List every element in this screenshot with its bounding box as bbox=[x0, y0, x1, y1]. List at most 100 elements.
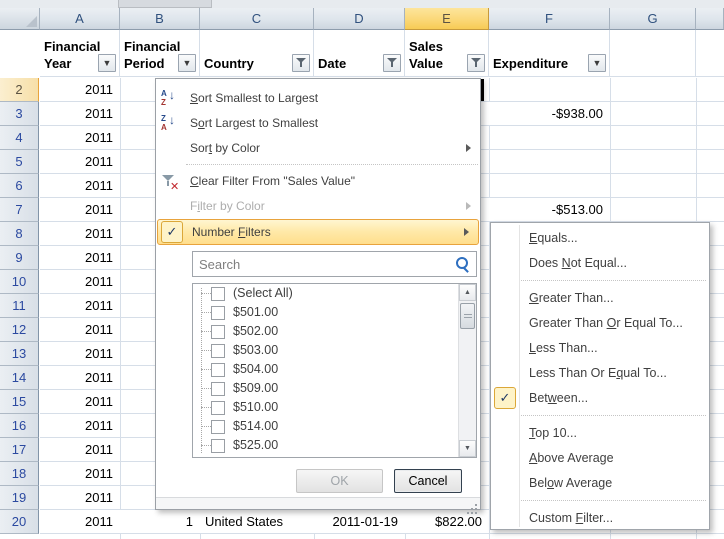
row-header-15[interactable]: 15 bbox=[0, 390, 39, 414]
row-header-12[interactable]: 12 bbox=[0, 318, 39, 342]
header-cell-g[interactable] bbox=[610, 30, 696, 77]
cell-A6[interactable]: 2011 bbox=[40, 174, 119, 197]
filter-value-item[interactable]: (Select All) bbox=[193, 284, 476, 303]
filter-value-item[interactable]: $502.00 bbox=[193, 322, 476, 341]
filter-button-country[interactable] bbox=[292, 54, 310, 72]
cell-B20[interactable]: 1 bbox=[120, 510, 199, 533]
column-header-G[interactable]: G bbox=[610, 8, 696, 30]
row-header-7[interactable]: 7 bbox=[0, 198, 39, 222]
filter-button-financial-period[interactable]: ▼ bbox=[178, 54, 196, 72]
column-header-A[interactable]: A bbox=[40, 8, 120, 30]
filter-value-item[interactable]: $504.00 bbox=[193, 360, 476, 379]
search-icon[interactable] bbox=[456, 257, 468, 269]
submenu-item-less-than-or-equal[interactable]: Less Than Or Equal To... bbox=[491, 361, 709, 386]
row-header-14[interactable]: 14 bbox=[0, 366, 39, 390]
row-header-6[interactable]: 6 bbox=[0, 174, 39, 198]
resize-grip[interactable] bbox=[475, 504, 477, 506]
cell-A3[interactable]: 2011 bbox=[40, 102, 119, 125]
cell-A8[interactable]: 2011 bbox=[40, 222, 119, 245]
select-all-corner[interactable] bbox=[0, 8, 40, 30]
value-checkbox[interactable] bbox=[211, 401, 225, 415]
cell-A18[interactable]: 2011 bbox=[40, 462, 119, 485]
submenu-item-between[interactable]: ✓ Between... bbox=[491, 386, 709, 411]
menu-item-sort-smallest-to-largest[interactable]: AZ↓ Sort Smallest to Largest bbox=[156, 86, 480, 111]
row-header-16[interactable]: 16 bbox=[0, 414, 39, 438]
scrollbar[interactable]: ▲ ▼ bbox=[458, 284, 476, 457]
value-checkbox[interactable] bbox=[211, 363, 225, 377]
filter-value-item-partial[interactable] bbox=[193, 455, 476, 458]
filter-value-item[interactable]: $509.00 bbox=[193, 379, 476, 398]
scroll-down-button[interactable]: ▼ bbox=[459, 440, 476, 457]
menu-item-sort-by-color[interactable]: Sort by Color bbox=[156, 136, 480, 161]
column-header-F[interactable]: F bbox=[489, 8, 610, 30]
filter-value-item[interactable]: $501.00 bbox=[193, 303, 476, 322]
cell-A15[interactable]: 2011 bbox=[40, 390, 119, 413]
cell-A2[interactable]: 2011 bbox=[40, 78, 119, 101]
filter-button-sales-value[interactable] bbox=[467, 54, 485, 72]
submenu-item-less-than[interactable]: Less Than... bbox=[491, 336, 709, 361]
menu-item-number-filters[interactable]: ✓ Number Filters bbox=[157, 219, 479, 245]
submenu-item-below-average[interactable]: Below Average bbox=[491, 471, 709, 496]
cell-A11[interactable]: 2011 bbox=[40, 294, 119, 317]
row-header-18[interactable]: 18 bbox=[0, 462, 39, 486]
header-cell-financial-period[interactable]: Financial Period ▼ bbox=[120, 30, 200, 77]
cell-A13[interactable]: 2011 bbox=[40, 342, 119, 365]
filter-value-item[interactable]: $525.00 bbox=[193, 436, 476, 455]
value-checkbox[interactable] bbox=[211, 306, 225, 320]
cell-A16[interactable]: 2011 bbox=[40, 414, 119, 437]
header-cell-expenditure[interactable]: Expenditure ▼ bbox=[489, 30, 610, 77]
filter-button-financial-year[interactable]: ▼ bbox=[98, 54, 116, 72]
cell-A10[interactable]: 2011 bbox=[40, 270, 119, 293]
filter-button-expenditure[interactable]: ▼ bbox=[588, 54, 606, 72]
cell-A9[interactable]: 2011 bbox=[40, 246, 119, 269]
row-header-2[interactable]: 2 bbox=[0, 78, 39, 102]
submenu-item-above-average[interactable]: Above Average bbox=[491, 446, 709, 471]
row-header-13[interactable]: 13 bbox=[0, 342, 39, 366]
column-header-C[interactable]: C bbox=[200, 8, 314, 30]
scroll-up-button[interactable]: ▲ bbox=[459, 284, 476, 301]
header-cell-sales-value[interactable]: Sales Value bbox=[405, 30, 489, 77]
search-input[interactable] bbox=[197, 254, 451, 275]
cell-F3[interactable]: -$938.00 bbox=[489, 102, 609, 125]
value-checkbox[interactable] bbox=[211, 325, 225, 339]
submenu-item-greater-than-or-equal[interactable]: Greater Than Or Equal To... bbox=[491, 311, 709, 336]
column-header-E[interactable]: E bbox=[405, 8, 489, 30]
cell-A12[interactable]: 2011 bbox=[40, 318, 119, 341]
submenu-item-does-not-equal[interactable]: Does Not Equal... bbox=[491, 251, 709, 276]
filter-button-date[interactable] bbox=[383, 54, 401, 72]
cancel-button[interactable]: Cancel bbox=[394, 469, 462, 493]
value-checkbox[interactable] bbox=[211, 439, 225, 453]
menu-item-sort-largest-to-smallest[interactable]: ZA↓ Sort Largest to Smallest bbox=[156, 111, 480, 136]
column-header-D[interactable]: D bbox=[314, 8, 405, 30]
cell-E20[interactable]: $822.00 bbox=[405, 510, 488, 533]
column-header-B[interactable]: B bbox=[120, 8, 200, 30]
cell-A7[interactable]: 2011 bbox=[40, 198, 119, 221]
row-header-5[interactable]: 5 bbox=[0, 150, 39, 174]
cell-D20[interactable]: 2011-01-19 bbox=[314, 510, 404, 533]
row-header-10[interactable]: 10 bbox=[0, 270, 39, 294]
cell-F7[interactable]: -$513.00 bbox=[489, 198, 609, 221]
row-header-17[interactable]: 17 bbox=[0, 438, 39, 462]
row-header-9[interactable]: 9 bbox=[0, 246, 39, 270]
row-header-4[interactable]: 4 bbox=[0, 126, 39, 150]
cell-A17[interactable]: 2011 bbox=[40, 438, 119, 461]
menu-item-clear-filter[interactable]: ✕ Clear Filter From "Sales Value" bbox=[156, 169, 480, 194]
row-header-19[interactable]: 19 bbox=[0, 486, 39, 510]
submenu-item-greater-than[interactable]: Greater Than... bbox=[491, 286, 709, 311]
header-cell-financial-year[interactable]: Financial Year ▼ bbox=[40, 30, 120, 77]
submenu-item-custom-filter[interactable]: Custom Filter... bbox=[491, 506, 709, 531]
filter-value-item[interactable]: $514.00 bbox=[193, 417, 476, 436]
scroll-thumb[interactable] bbox=[460, 303, 475, 329]
header-cell-date[interactable]: Date bbox=[314, 30, 405, 77]
header-cell-partial[interactable] bbox=[696, 30, 724, 77]
cell-A20[interactable]: 2011 bbox=[40, 510, 119, 533]
value-checkbox[interactable] bbox=[211, 287, 225, 301]
row-header-8[interactable]: 8 bbox=[0, 222, 39, 246]
cell-A5[interactable]: 2011 bbox=[40, 150, 119, 173]
filter-value-item[interactable]: $503.00 bbox=[193, 341, 476, 360]
cell-A4[interactable]: 2011 bbox=[40, 126, 119, 149]
cell-A14[interactable]: 2011 bbox=[40, 366, 119, 389]
row-header-11[interactable]: 11 bbox=[0, 294, 39, 318]
cell-A19[interactable]: 2011 bbox=[40, 486, 119, 509]
row-header-20[interactable]: 20 bbox=[0, 510, 39, 534]
